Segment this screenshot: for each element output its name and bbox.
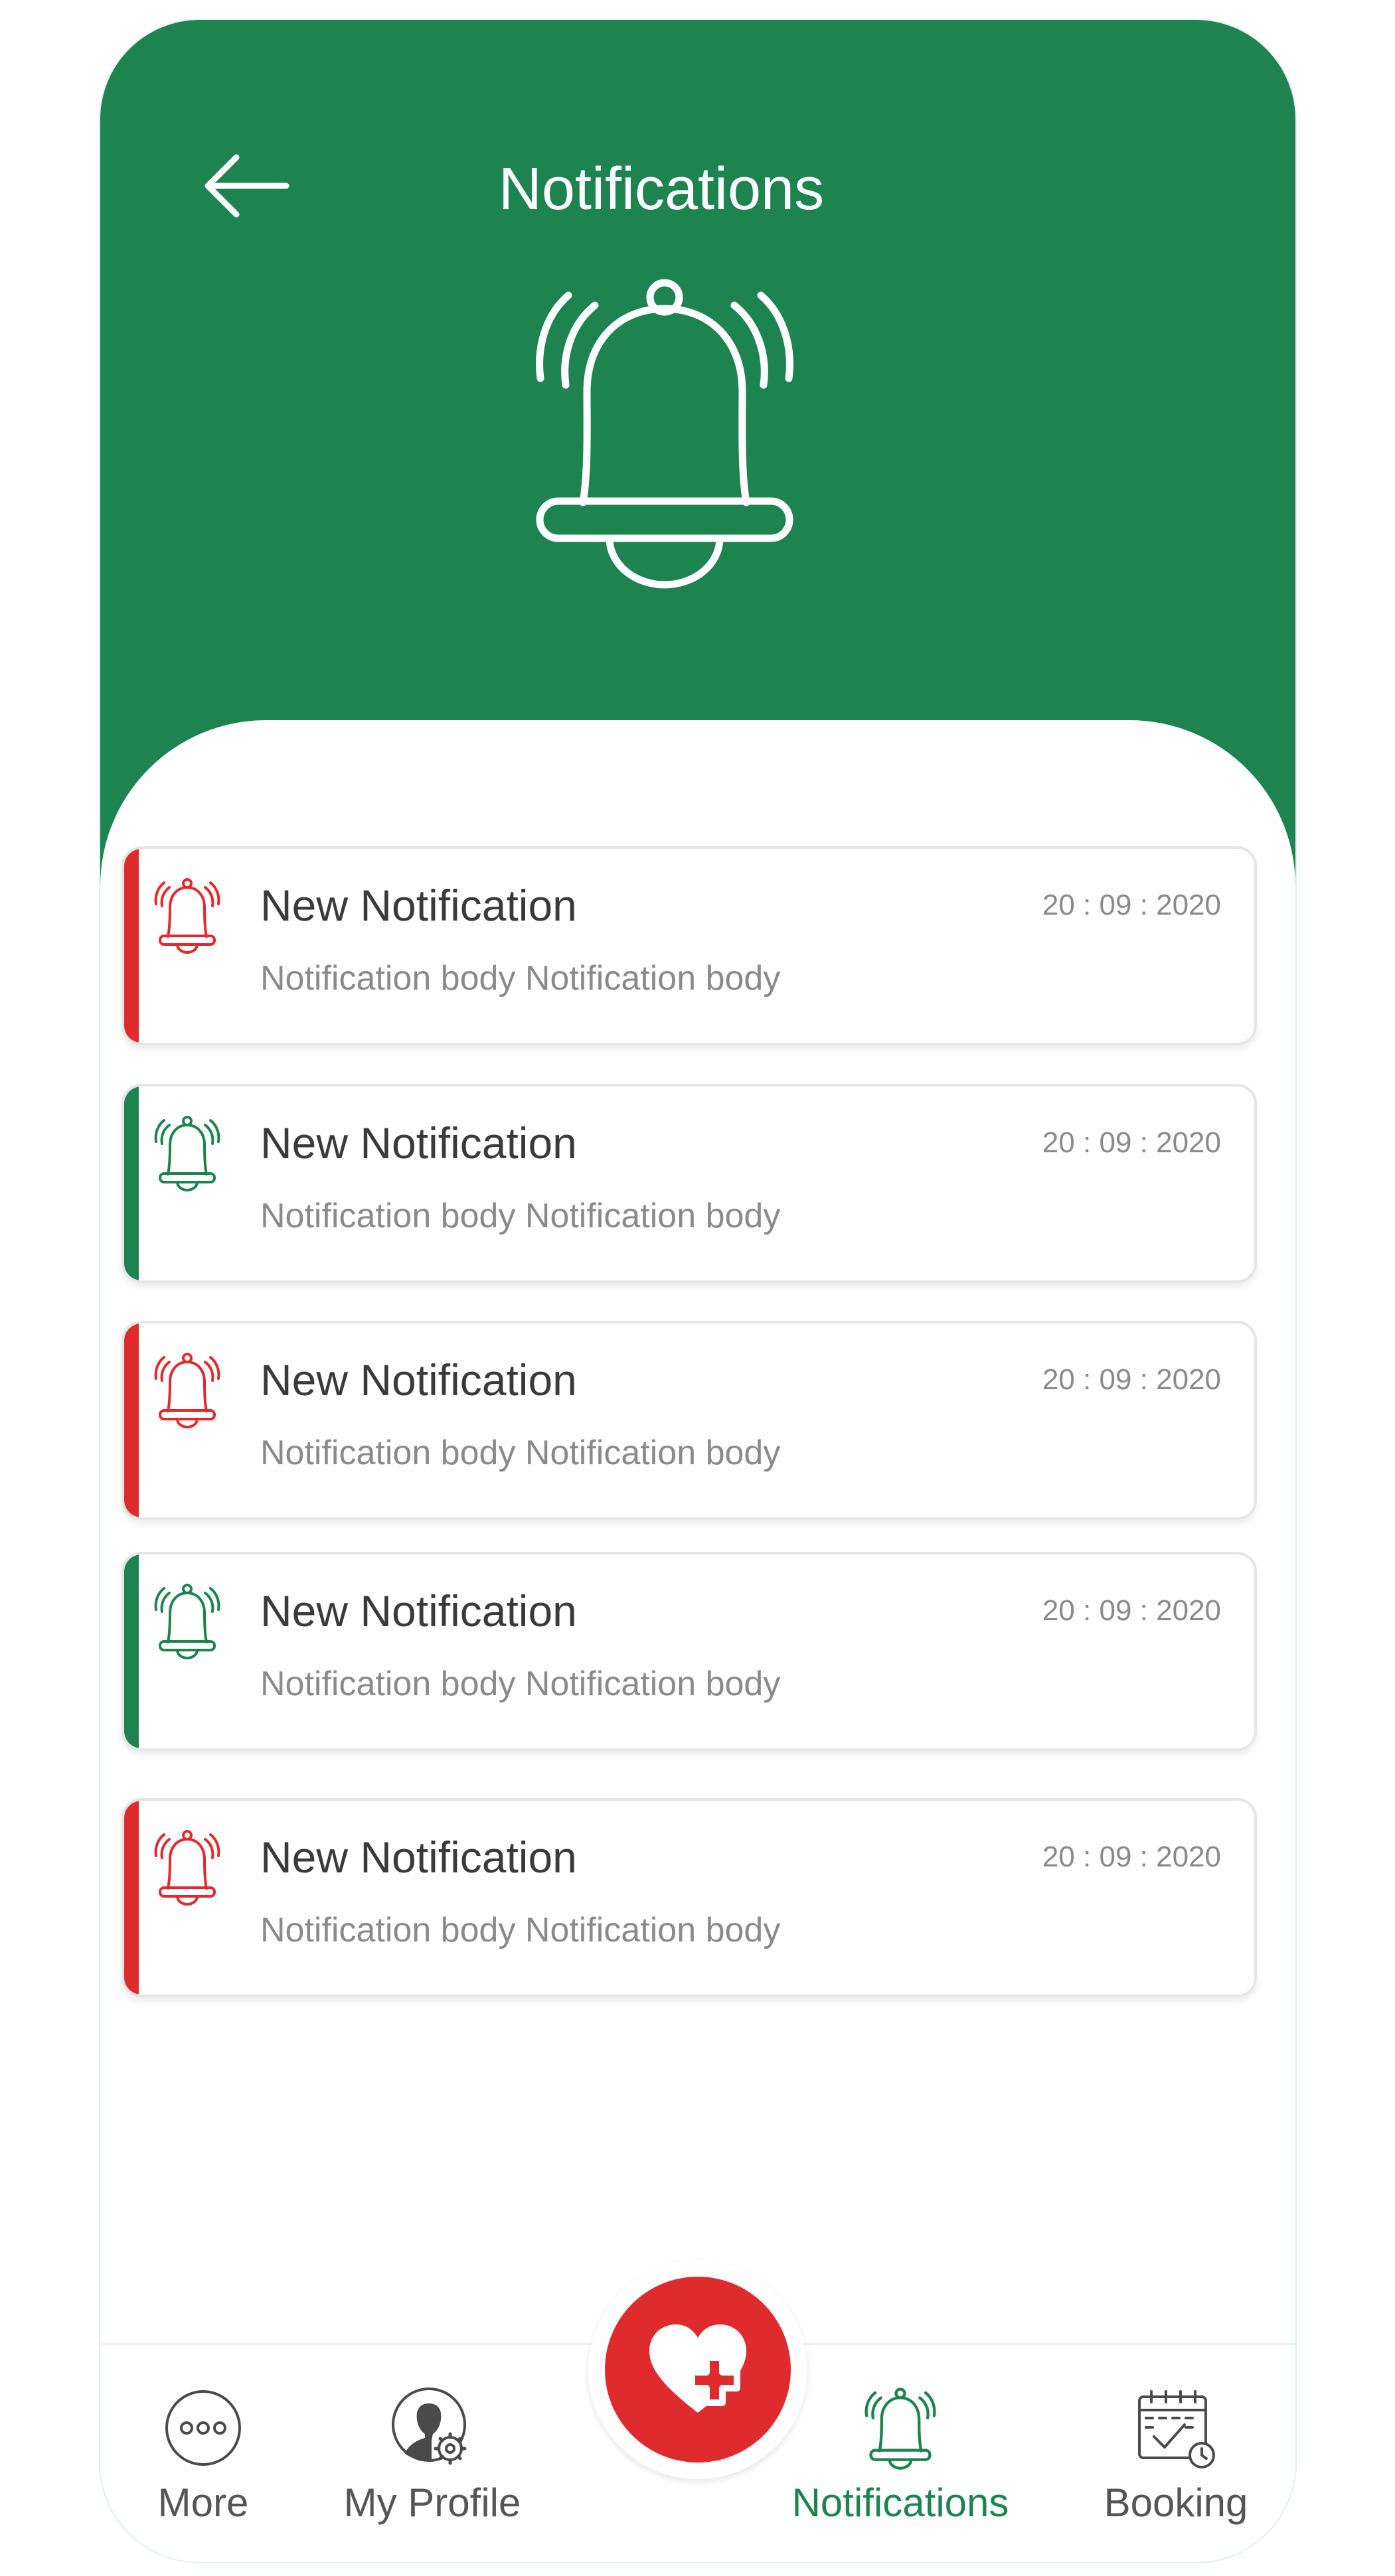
calendar-check-icon <box>1138 2390 1215 2468</box>
notification-body: Notification body Notification body <box>260 1434 781 1472</box>
notification-card[interactable]: New Notification 20 : 09 : 2020 Notifica… <box>122 1321 1257 1520</box>
tab-booking[interactable]: Booking <box>1090 2345 1262 2562</box>
notification-body: Notification body Notification body <box>260 959 781 998</box>
page-title: Notifications <box>498 156 825 222</box>
notification-title: New Notification <box>260 1118 577 1168</box>
status-indicator-read <box>124 1554 139 1748</box>
tab-notifications[interactable]: Notifications <box>781 2345 1020 2562</box>
notification-body: Notification body Notification body <box>260 1197 781 1235</box>
notification-card[interactable]: New Notification 20 : 09 : 2020 Notifica… <box>122 1552 1257 1751</box>
notification-body: Notification body Notification body <box>260 1911 781 1949</box>
notification-title: New Notification <box>260 881 577 930</box>
tab-more-label: More <box>157 2480 249 2525</box>
bell-icon <box>154 1353 220 1428</box>
notification-body: Notification body Notification body <box>260 1665 781 1703</box>
bell-icon <box>154 1116 220 1191</box>
tab-booking-label: Booking <box>1104 2480 1248 2525</box>
app-screen: Notifications New Notification 20: 09:… <box>100 20 1295 2562</box>
profile-settings-icon <box>392 2387 467 2465</box>
bell-icon <box>864 2387 936 2470</box>
bell-icon <box>154 1830 220 1906</box>
notification-date: 20 : 09 : 2020 <box>1042 1363 1221 1396</box>
heart-plus-icon <box>649 2324 746 2413</box>
health-center-button[interactable] <box>605 2277 791 2462</box>
tab-more[interactable]: More <box>137 2345 270 2562</box>
more-dots-icon <box>165 2390 241 2466</box>
status-indicator-unread <box>124 1324 139 1517</box>
notification-date: 20 : 09 : 2020 <box>1042 1594 1221 1627</box>
bell-icon <box>154 878 220 954</box>
notification-title: New Notification <box>260 1833 577 1882</box>
bell-icon <box>154 1584 220 1659</box>
notification-title: New Notification <box>260 1355 577 1404</box>
notification-date: 20 : 09 : 2020 <box>1042 889 1221 921</box>
notification-date: 20 : 09 : 2020 <box>1042 1841 1221 1873</box>
status-indicator-unread <box>124 1801 139 1995</box>
notification-date: 20 : 09 : 2020 <box>1042 1126 1221 1159</box>
status-indicator-unread <box>124 849 139 1043</box>
tab-notifications-label: Notifications <box>791 2480 1009 2525</box>
tab-my-profile[interactable]: My Profile <box>319 2345 545 2562</box>
notification-card[interactable]: New Notification 20 : 09 : 2020 Notifica… <box>122 1084 1257 1283</box>
status-indicator-read <box>124 1087 139 1280</box>
notification-card[interactable]: New Notification 20 : 09 : 2020 Notifica… <box>122 846 1257 1045</box>
notification-title: New Notification <box>260 1586 577 1635</box>
ringing-bell-icon <box>536 279 793 589</box>
notification-card[interactable]: New Notification 20 : 09 : 2020 Notifica… <box>122 1798 1257 1997</box>
tab-my-profile-label: My Profile <box>343 2480 521 2525</box>
